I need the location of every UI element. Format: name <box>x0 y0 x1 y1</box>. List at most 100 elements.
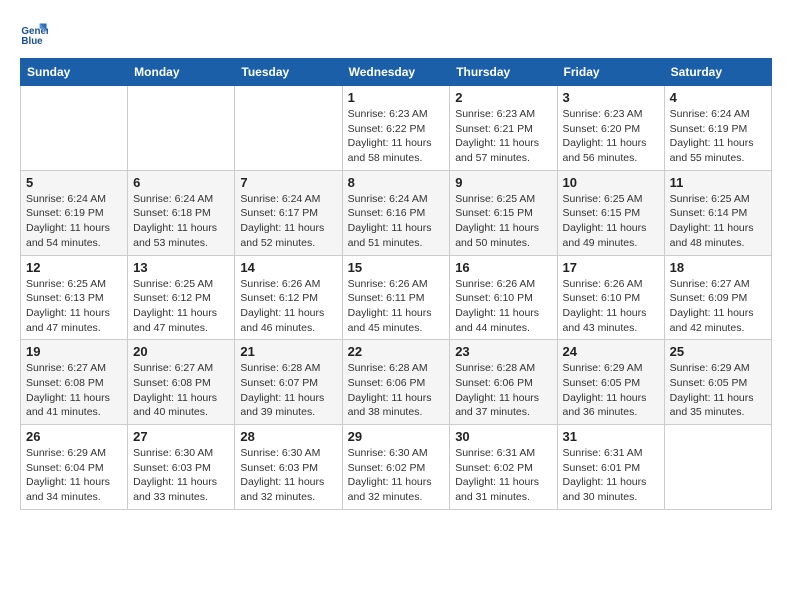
day-info: Sunrise: 6:27 AMSunset: 6:09 PMDaylight:… <box>670 277 766 336</box>
calendar-cell: 6 Sunrise: 6:24 AMSunset: 6:18 PMDaylight… <box>128 170 235 255</box>
calendar-cell: 26 Sunrise: 6:29 AMSunset: 6:04 PMDayligh… <box>21 425 128 510</box>
calendar-cell: 21Sunrise: 6:28 AMSunset: 6:07 PMDayligh… <box>235 340 342 425</box>
calendar-cell <box>235 86 342 171</box>
day-number: 26 <box>26 429 122 444</box>
calendar-cell: 1 Sunrise: 6:23 AMSunset: 6:22 PMDaylight… <box>342 86 450 171</box>
day-info: Sunrise: 6:24 AMSunset: 6:17 PMDaylight:… <box>240 192 336 251</box>
day-info: Sunrise: 6:31 AMSunset: 6:01 PMDaylight:… <box>563 446 659 505</box>
day-info: Sunrise: 6:30 AMSunset: 6:02 PMDaylight:… <box>348 446 445 505</box>
calendar-cell: 7Sunrise: 6:24 AMSunset: 6:17 PMDaylight… <box>235 170 342 255</box>
calendar-cell: 3 Sunrise: 6:23 AMSunset: 6:20 PMDaylight… <box>557 86 664 171</box>
day-info: Sunrise: 6:26 AMSunset: 6:12 PMDaylight:… <box>240 277 336 336</box>
day-number: 18 <box>670 260 766 275</box>
day-number: 8 <box>348 175 445 190</box>
day-info: Sunrise: 6:24 AMSunset: 6:19 PMDaylight:… <box>670 107 766 166</box>
day-info: Sunrise: 6:27 AMSunset: 6:08 PMDaylight:… <box>26 361 122 420</box>
calendar-cell: 29Sunrise: 6:30 AMSunset: 6:02 PMDayligh… <box>342 425 450 510</box>
day-info: Sunrise: 6:28 AMSunset: 6:06 PMDaylight:… <box>455 361 551 420</box>
day-number: 3 <box>563 90 659 105</box>
logo: General Blue <box>20 20 50 48</box>
calendar-cell: 23 Sunrise: 6:28 AMSunset: 6:06 PMDayligh… <box>450 340 557 425</box>
calendar-cell: 24Sunrise: 6:29 AMSunset: 6:05 PMDayligh… <box>557 340 664 425</box>
day-header-saturday: Saturday <box>664 59 771 86</box>
calendar-cell <box>128 86 235 171</box>
calendar-cell: 19 Sunrise: 6:27 AMSunset: 6:08 PMDayligh… <box>21 340 128 425</box>
day-number: 24 <box>563 344 659 359</box>
day-number: 15 <box>348 260 445 275</box>
calendar-cell: 13 Sunrise: 6:25 AMSunset: 6:12 PMDayligh… <box>128 255 235 340</box>
calendar-cell: 4 Sunrise: 6:24 AMSunset: 6:19 PMDaylight… <box>664 86 771 171</box>
calendar-cell <box>664 425 771 510</box>
day-number: 6 <box>133 175 229 190</box>
day-number: 27 <box>133 429 229 444</box>
day-info: Sunrise: 6:25 AMSunset: 6:15 PMDaylight:… <box>563 192 659 251</box>
calendar-cell: 10 Sunrise: 6:25 AMSunset: 6:15 PMDayligh… <box>557 170 664 255</box>
calendar: SundayMondayTuesdayWednesdayThursdayFrid… <box>20 58 772 510</box>
day-info: Sunrise: 6:27 AMSunset: 6:08 PMDaylight:… <box>133 361 229 420</box>
day-header-wednesday: Wednesday <box>342 59 450 86</box>
day-header-thursday: Thursday <box>450 59 557 86</box>
day-info: Sunrise: 6:26 AMSunset: 6:10 PMDaylight:… <box>455 277 551 336</box>
day-number: 17 <box>563 260 659 275</box>
day-header-tuesday: Tuesday <box>235 59 342 86</box>
calendar-cell: 31 Sunrise: 6:31 AMSunset: 6:01 PMDayligh… <box>557 425 664 510</box>
page-header: General Blue <box>20 20 772 48</box>
calendar-week-3: 12 Sunrise: 6:25 AMSunset: 6:13 PMDayligh… <box>21 255 772 340</box>
calendar-cell: 15Sunrise: 6:26 AMSunset: 6:11 PMDayligh… <box>342 255 450 340</box>
day-number: 13 <box>133 260 229 275</box>
day-number: 5 <box>26 175 122 190</box>
day-number: 9 <box>455 175 551 190</box>
calendar-week-4: 19 Sunrise: 6:27 AMSunset: 6:08 PMDayligh… <box>21 340 772 425</box>
day-number: 16 <box>455 260 551 275</box>
day-info: Sunrise: 6:24 AMSunset: 6:19 PMDaylight:… <box>26 192 122 251</box>
calendar-week-1: 1 Sunrise: 6:23 AMSunset: 6:22 PMDaylight… <box>21 86 772 171</box>
day-number: 20 <box>133 344 229 359</box>
day-info: Sunrise: 6:29 AMSunset: 6:05 PMDaylight:… <box>670 361 766 420</box>
day-number: 14 <box>240 260 336 275</box>
day-number: 23 <box>455 344 551 359</box>
calendar-cell: 2Sunrise: 6:23 AMSunset: 6:21 PMDaylight… <box>450 86 557 171</box>
calendar-cell: 14 Sunrise: 6:26 AMSunset: 6:12 PMDayligh… <box>235 255 342 340</box>
day-number: 31 <box>563 429 659 444</box>
day-info: Sunrise: 6:23 AMSunset: 6:21 PMDaylight:… <box>455 107 551 166</box>
day-info: Sunrise: 6:25 AMSunset: 6:14 PMDaylight:… <box>670 192 766 251</box>
calendar-cell: 17 Sunrise: 6:26 AMSunset: 6:10 PMDayligh… <box>557 255 664 340</box>
day-info: Sunrise: 6:25 AMSunset: 6:15 PMDaylight:… <box>455 192 551 251</box>
calendar-cell: 30 Sunrise: 6:31 AMSunset: 6:02 PMDayligh… <box>450 425 557 510</box>
day-number: 22 <box>348 344 445 359</box>
day-info: Sunrise: 6:30 AMSunset: 6:03 PMDaylight:… <box>240 446 336 505</box>
day-info: Sunrise: 6:24 AMSunset: 6:16 PMDaylight:… <box>348 192 445 251</box>
day-info: Sunrise: 6:29 AMSunset: 6:04 PMDaylight:… <box>26 446 122 505</box>
day-info: Sunrise: 6:26 AMSunset: 6:10 PMDaylight:… <box>563 277 659 336</box>
calendar-cell: 16 Sunrise: 6:26 AMSunset: 6:10 PMDayligh… <box>450 255 557 340</box>
day-number: 10 <box>563 175 659 190</box>
day-number: 30 <box>455 429 551 444</box>
calendar-cell: 28 Sunrise: 6:30 AMSunset: 6:03 PMDayligh… <box>235 425 342 510</box>
day-info: Sunrise: 6:23 AMSunset: 6:22 PMDaylight:… <box>348 107 445 166</box>
calendar-cell: 5 Sunrise: 6:24 AMSunset: 6:19 PMDaylight… <box>21 170 128 255</box>
day-info: Sunrise: 6:28 AMSunset: 6:06 PMDaylight:… <box>348 361 445 420</box>
day-info: Sunrise: 6:23 AMSunset: 6:20 PMDaylight:… <box>563 107 659 166</box>
day-number: 28 <box>240 429 336 444</box>
calendar-cell <box>21 86 128 171</box>
calendar-cell: 12 Sunrise: 6:25 AMSunset: 6:13 PMDayligh… <box>21 255 128 340</box>
calendar-week-5: 26 Sunrise: 6:29 AMSunset: 6:04 PMDayligh… <box>21 425 772 510</box>
day-info: Sunrise: 6:31 AMSunset: 6:02 PMDaylight:… <box>455 446 551 505</box>
day-info: Sunrise: 6:25 AMSunset: 6:12 PMDaylight:… <box>133 277 229 336</box>
calendar-cell: 11Sunrise: 6:25 AMSunset: 6:14 PMDayligh… <box>664 170 771 255</box>
day-info: Sunrise: 6:25 AMSunset: 6:13 PMDaylight:… <box>26 277 122 336</box>
calendar-cell: 20 Sunrise: 6:27 AMSunset: 6:08 PMDayligh… <box>128 340 235 425</box>
calendar-cell: 27 Sunrise: 6:30 AMSunset: 6:03 PMDayligh… <box>128 425 235 510</box>
day-number: 25 <box>670 344 766 359</box>
day-header-monday: Monday <box>128 59 235 86</box>
day-info: Sunrise: 6:28 AMSunset: 6:07 PMDaylight:… <box>240 361 336 420</box>
day-number: 19 <box>26 344 122 359</box>
day-number: 1 <box>348 90 445 105</box>
day-number: 4 <box>670 90 766 105</box>
day-info: Sunrise: 6:24 AMSunset: 6:18 PMDaylight:… <box>133 192 229 251</box>
day-info: Sunrise: 6:30 AMSunset: 6:03 PMDaylight:… <box>133 446 229 505</box>
calendar-week-2: 5 Sunrise: 6:24 AMSunset: 6:19 PMDaylight… <box>21 170 772 255</box>
day-number: 12 <box>26 260 122 275</box>
calendar-cell: 8 Sunrise: 6:24 AMSunset: 6:16 PMDaylight… <box>342 170 450 255</box>
logo-icon: General Blue <box>20 20 48 48</box>
